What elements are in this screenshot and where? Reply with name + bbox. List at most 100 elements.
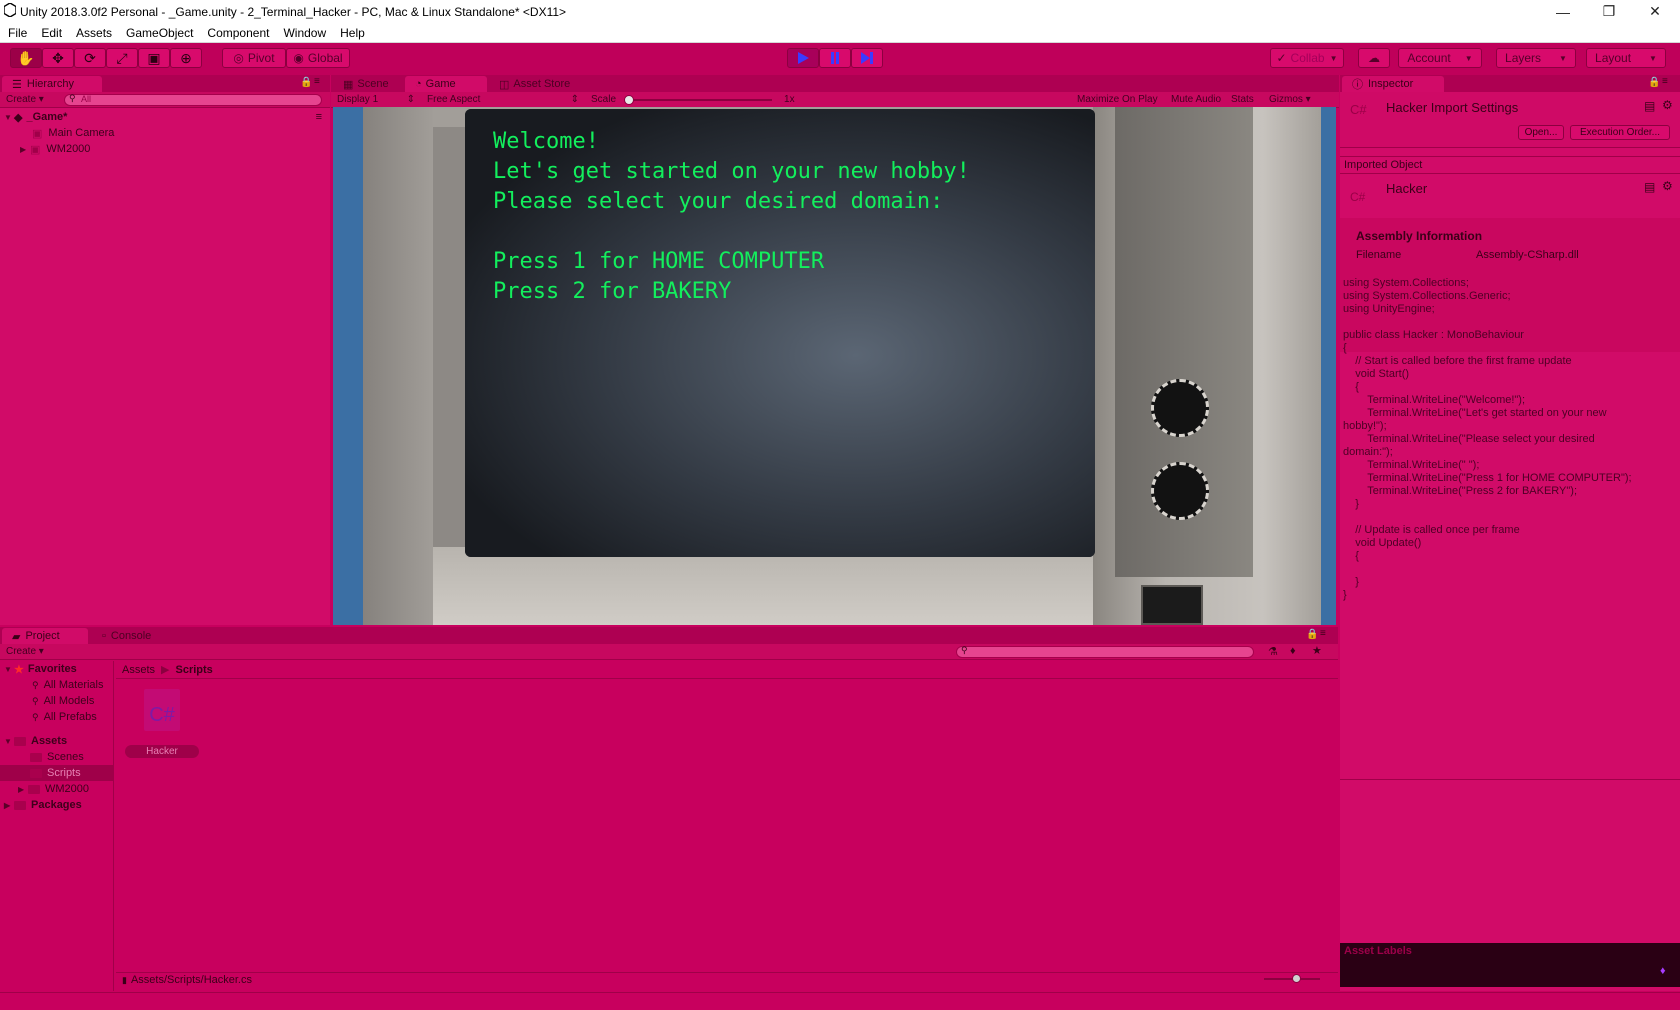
menu-gameobject[interactable]: GameObject bbox=[120, 26, 199, 40]
gameobject-icon: ▣ bbox=[32, 127, 43, 140]
pivot-toggle[interactable]: ◎ Pivot bbox=[222, 48, 286, 68]
tab-project[interactable]: ▰ Project bbox=[2, 628, 88, 644]
hand-tool-button[interactable]: ✋ bbox=[10, 48, 42, 68]
script-file-icon: ▮ bbox=[122, 974, 127, 985]
tab-asset-store[interactable]: ◫ Asset Store bbox=[489, 76, 589, 92]
favorites-row[interactable]: ▼ ★ Favorites bbox=[4, 661, 77, 677]
scene-menu-icon[interactable]: ≡ bbox=[316, 111, 322, 123]
favorite-item[interactable]: ⚲ All Models bbox=[32, 693, 94, 709]
scale-tool-button[interactable]: ⤢ bbox=[106, 48, 138, 68]
lock-icon[interactable]: 🔒 bbox=[1648, 77, 1660, 88]
cloud-button[interactable]: ☁ bbox=[1358, 48, 1390, 68]
account-dropdown[interactable]: Account ▼ bbox=[1398, 48, 1482, 68]
transform-tool-button[interactable]: ⊕ bbox=[170, 48, 202, 68]
scale-slider[interactable] bbox=[624, 94, 773, 105]
create-dropdown[interactable]: Create ▾ bbox=[0, 94, 50, 105]
play-button[interactable] bbox=[787, 48, 819, 68]
stats-toggle[interactable]: Stats bbox=[1225, 94, 1260, 105]
expand-arrow-icon[interactable]: ▶ bbox=[4, 801, 14, 810]
filter-type-icon[interactable]: ⚗ bbox=[1268, 645, 1278, 658]
expand-arrow-icon[interactable]: ▶ bbox=[18, 785, 28, 794]
favorite-item[interactable]: ⚲ All Materials bbox=[32, 677, 104, 693]
move-tool-button[interactable]: ✥ bbox=[42, 48, 74, 68]
panel-menu-icon[interactable]: ≡ bbox=[1320, 628, 1326, 639]
transform-icon: ⊕ bbox=[180, 49, 192, 66]
breadcrumb-scripts[interactable]: Scripts bbox=[175, 664, 212, 676]
mute-audio-toggle[interactable]: Mute Audio bbox=[1165, 94, 1227, 105]
search-icon: ⚲ bbox=[69, 93, 76, 103]
rect-tool-button[interactable]: ▣ bbox=[138, 48, 170, 68]
tag-icon[interactable]: ♦ bbox=[1660, 965, 1666, 977]
pause-button[interactable] bbox=[819, 48, 851, 68]
asset-folder-selected[interactable]: Scripts bbox=[0, 765, 114, 781]
filter-label-icon[interactable]: ♦ bbox=[1290, 645, 1296, 657]
rotate-tool-button[interactable]: ⟳ bbox=[74, 48, 106, 68]
hierarchy-panel: ☰ Hierarchy 🔒 ≡ Create ▾ ⚲ All ▼ ◆ _Game*… bbox=[0, 75, 330, 625]
menu-help[interactable]: Help bbox=[334, 26, 371, 40]
menu-assets[interactable]: Assets bbox=[70, 26, 118, 40]
display-dropdown[interactable]: Display 1 ⇕ bbox=[331, 94, 417, 105]
tab-console[interactable]: ▫ Console bbox=[92, 628, 182, 644]
help-book-icon[interactable]: ▤ bbox=[1644, 180, 1655, 194]
tab-hierarchy[interactable]: ☰ Hierarchy bbox=[2, 76, 102, 92]
store-icon: ◫ bbox=[499, 78, 510, 91]
lock-icon[interactable]: 🔒 bbox=[300, 77, 312, 88]
lock-icon[interactable]: 🔒 bbox=[1306, 629, 1318, 640]
menu-file[interactable]: File bbox=[2, 26, 33, 40]
favorites-label: Favorites bbox=[27, 663, 77, 675]
minimize-button[interactable]: — bbox=[1540, 0, 1586, 23]
gear-icon[interactable]: ⚙ bbox=[1662, 98, 1673, 112]
asset-tile-hacker[interactable]: C# Hacker bbox=[124, 689, 200, 765]
scene-root-row[interactable]: ▼ ◆ _Game* ≡ bbox=[4, 109, 328, 125]
gear-icon[interactable]: ⚙ bbox=[1662, 179, 1673, 193]
tab-game[interactable]: ◔ Game bbox=[405, 76, 487, 92]
restore-button[interactable]: ❐ bbox=[1586, 0, 1632, 23]
tab-inspector[interactable]: ⓘ Inspector bbox=[1342, 76, 1444, 92]
imported-object-name: Hacker bbox=[1386, 181, 1428, 196]
hierarchy-item[interactable]: ▶ ▣ WM2000 bbox=[20, 141, 90, 157]
slider-handle[interactable] bbox=[624, 94, 635, 105]
help-book-icon[interactable]: ▤ bbox=[1644, 99, 1655, 113]
maximize-on-play-toggle[interactable]: Maximize On Play bbox=[1071, 94, 1164, 105]
gizmos-dropdown[interactable]: Gizmos ▾ bbox=[1263, 94, 1317, 105]
expand-arrow-icon[interactable]: ▼ bbox=[4, 665, 14, 674]
asset-folder[interactable]: Scenes bbox=[30, 749, 84, 765]
expand-arrow-icon[interactable]: ▶ bbox=[20, 145, 30, 154]
collab-dropdown[interactable]: ✓ Collab ▼ bbox=[1270, 48, 1344, 68]
project-search-input[interactable]: ⚲ bbox=[956, 645, 1254, 658]
project-create-dropdown[interactable]: Create ▾ bbox=[0, 646, 50, 657]
panel-menu-icon[interactable]: ≡ bbox=[314, 76, 320, 87]
open-button[interactable]: Open... bbox=[1518, 125, 1564, 140]
menu-edit[interactable]: Edit bbox=[35, 26, 68, 40]
aspect-dropdown[interactable]: Free Aspect ⇕ bbox=[421, 94, 581, 105]
icon-size-slider[interactable] bbox=[1264, 974, 1320, 983]
tab-scene[interactable]: ▦ Scene bbox=[333, 76, 403, 92]
scale-value: 1x bbox=[784, 94, 795, 105]
execution-order-button[interactable]: Execution Order... bbox=[1570, 125, 1670, 140]
game-viewport[interactable]: Welcome! Let's get started on your new ho… bbox=[333, 107, 1336, 625]
layout-dropdown[interactable]: Layout ▼ bbox=[1586, 48, 1666, 68]
step-button[interactable] bbox=[851, 48, 883, 68]
panel-menu-icon[interactable]: ≡ bbox=[1662, 76, 1668, 87]
hierarchy-search-input[interactable]: ⚲ All bbox=[64, 93, 322, 106]
close-button[interactable]: ✕ bbox=[1632, 0, 1678, 23]
slider-handle[interactable] bbox=[1292, 974, 1301, 983]
menu-component[interactable]: Component bbox=[201, 26, 275, 40]
favorite-star-icon[interactable]: ★ bbox=[1312, 644, 1322, 657]
layers-dropdown[interactable]: Layers ▼ bbox=[1496, 48, 1576, 68]
packages-row[interactable]: ▶ Packages bbox=[4, 797, 82, 813]
expand-arrow-icon[interactable]: ▼ bbox=[4, 113, 14, 122]
filename-value: Assembly-CSharp.dll bbox=[1476, 249, 1579, 261]
global-toggle[interactable]: ◉ Global bbox=[286, 48, 350, 68]
global-label: Global bbox=[307, 51, 343, 65]
favorite-item[interactable]: ⚲ All Prefabs bbox=[32, 709, 97, 725]
expand-arrow-icon[interactable]: ▼ bbox=[4, 737, 14, 746]
menu-window[interactable]: Window bbox=[277, 26, 332, 40]
search-icon: ⚲ bbox=[961, 645, 968, 655]
rotate-icon: ⟳ bbox=[84, 49, 96, 66]
breadcrumb-assets[interactable]: Assets bbox=[122, 664, 155, 676]
hierarchy-item[interactable]: ▣ Main Camera bbox=[32, 125, 114, 141]
assets-row[interactable]: ▼ Assets bbox=[4, 733, 67, 749]
asset-folder[interactable]: ▶ WM2000 bbox=[18, 781, 89, 797]
